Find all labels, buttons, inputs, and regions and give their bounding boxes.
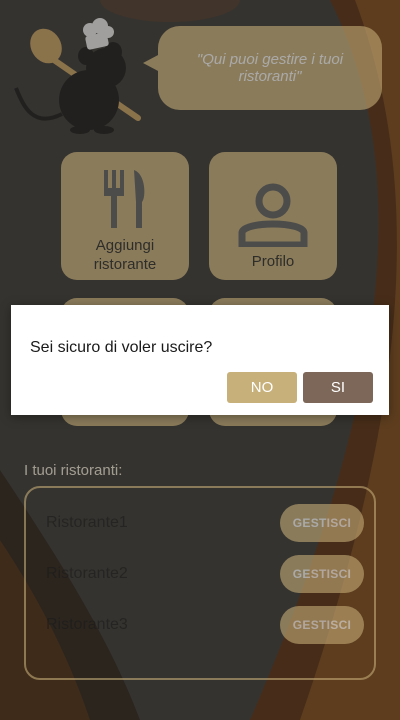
list-item: Ristorante1 GESTISCI: [46, 503, 364, 543]
tile-label: Aggiungi ristorante: [93, 237, 157, 273]
profile-icon: [238, 183, 308, 247]
restaurants-title: I tuoi ristoranti:: [24, 462, 123, 479]
restaurant-name: Ristorante3: [46, 616, 128, 633]
dialog-message: Sei sicuro di voler uscire?: [30, 339, 213, 356]
tile-label: Profilo: [251, 253, 295, 270]
restaurant-name: Ristorante2: [46, 565, 128, 582]
yes-button[interactable]: SI: [303, 372, 373, 403]
no-button[interactable]: NO: [227, 372, 297, 403]
manage-button[interactable]: GESTISCI: [280, 606, 364, 644]
list-item: Ristorante3 GESTISCI: [46, 605, 364, 645]
restaurants-list: Ristorante1 GESTISCI Ristorante2 GESTISC…: [24, 486, 376, 680]
exit-confirm-dialog: Sei sicuro di voler uscire? NO SI: [11, 305, 389, 415]
list-item: Ristorante2 GESTISCI: [46, 554, 364, 594]
speech-text: "Qui puoi gestire i tuoi ristoranti": [196, 51, 344, 85]
profile-tile[interactable]: Profilo: [209, 152, 337, 280]
manage-button[interactable]: GESTISCI: [280, 504, 364, 542]
chef-rat-mascot: [14, 18, 141, 134]
manage-button[interactable]: GESTISCI: [280, 555, 364, 593]
restaurant-name: Ristorante1: [46, 514, 128, 531]
cutlery-icon: [104, 170, 145, 228]
add-restaurant-tile[interactable]: Aggiungi ristorante: [61, 152, 189, 280]
speech-bubble: "Qui puoi gestire i tuoi ristoranti": [158, 26, 382, 110]
